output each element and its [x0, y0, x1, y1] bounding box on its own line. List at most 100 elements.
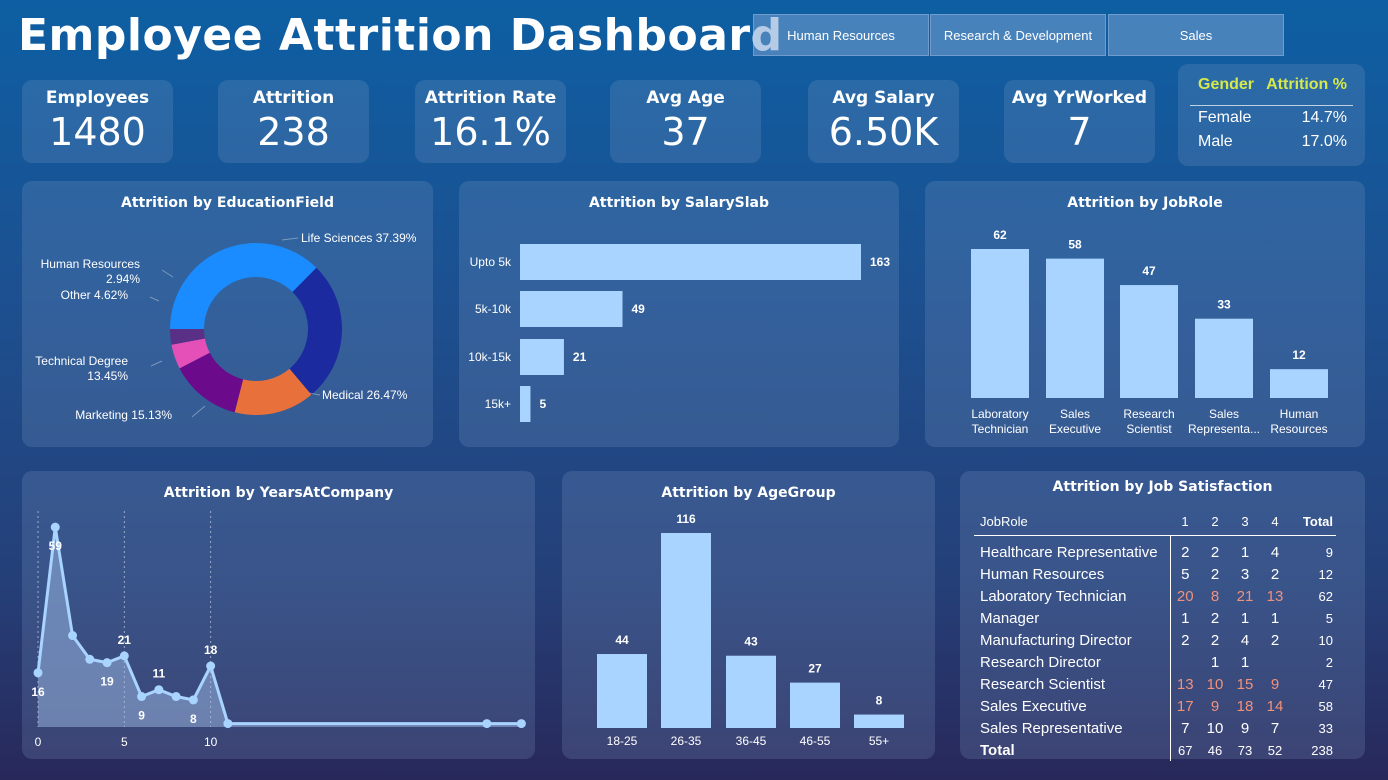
bar — [1120, 285, 1178, 398]
bar — [1046, 258, 1104, 398]
gender-attrition-card: Gender Attrition % Female 14.7% Male 17.… — [1178, 64, 1365, 166]
bar — [597, 654, 647, 728]
bar — [854, 714, 904, 728]
salary-slab-panel: Attrition by SalarySlab Upto 5k 163 5k-10k… — [459, 181, 899, 447]
years-area-chart: 0 5 10 16 59 19 21 9 11 8 18 — [31, 511, 526, 749]
point-marker — [206, 661, 216, 671]
education-donut-chart: Life Sciences 37.39% Medical 26.47% Market… — [35, 231, 416, 422]
slice-label: Technical Degree — [35, 354, 128, 368]
data-label: 47 — [1142, 264, 1156, 278]
table-header-row: JobRole 1 2 3 4 Total — [974, 509, 1336, 536]
category-label: Sales — [1209, 407, 1239, 421]
bar — [790, 682, 840, 728]
point-marker — [85, 654, 95, 664]
category-label: 55+ — [869, 734, 889, 748]
table-cell: 1 — [1240, 653, 1250, 671]
table-row: Research Scientist 13 10 15 9 47 — [974, 673, 1336, 695]
leader-line — [281, 237, 299, 241]
job-satisfaction-table: JobRole 1 2 3 4 Total Healthcare Representativ… — [974, 509, 1336, 761]
category-label: Laboratory — [971, 407, 1028, 421]
kpi-label: Employees — [45, 88, 150, 108]
table-cell: 2 — [1270, 565, 1280, 583]
table-cell: 7 — [1181, 719, 1190, 737]
table-cell: Sales Representative — [974, 717, 1171, 739]
table-cell: 4 — [1270, 543, 1280, 561]
table-cell: 5 — [1181, 565, 1190, 583]
kpi-avg-salary: Avg Salary 6.50K — [808, 80, 959, 163]
table-cell: 47 — [1318, 676, 1333, 692]
table-row: Manufacturing Director 2 2 4 2 10 — [974, 629, 1336, 651]
table-cell: 2 — [1210, 609, 1220, 627]
kpi-value: 1480 — [49, 110, 146, 154]
table-cell: 9 — [1270, 675, 1280, 693]
table-cell: 15 — [1236, 675, 1254, 693]
leader-line — [191, 405, 206, 418]
gender-table-body: Female 14.7% Male 17.0% — [1198, 109, 1347, 157]
bar — [726, 655, 776, 728]
point-marker — [482, 719, 492, 729]
table-cell: 238 — [1311, 742, 1333, 758]
table-cell: 2 — [1181, 631, 1190, 649]
data-label: 49 — [632, 302, 646, 316]
table-cell: Human Resources — [974, 563, 1171, 585]
data-label: 59 — [49, 539, 63, 553]
table-cell: 2 — [1210, 543, 1220, 561]
kpi-label: Avg Age — [646, 88, 725, 108]
table-cell — [1260, 651, 1290, 673]
table-cell: 73 — [1237, 742, 1253, 758]
point-marker — [50, 522, 60, 532]
point-marker — [68, 631, 78, 641]
table-cell: Research Director — [974, 651, 1171, 673]
gender-value: 17.0% — [1301, 133, 1347, 150]
point-marker — [223, 719, 233, 729]
table-cell: 1 — [1181, 609, 1190, 627]
data-label: 12 — [1292, 348, 1306, 362]
table-cell: Manager — [974, 607, 1171, 629]
slice-label: Marketing 15.13% — [75, 408, 172, 422]
filter-human-resources[interactable]: Human Resources — [753, 14, 929, 56]
data-label: 21 — [573, 350, 587, 364]
table-cell: 33 — [1318, 720, 1333, 736]
table-cell: Laboratory Technician — [974, 585, 1171, 607]
table-cell: 20 — [1176, 587, 1194, 605]
gender-row: Male 17.0% — [1198, 133, 1347, 157]
leader-line — [161, 269, 174, 278]
table-cell: 1 — [1240, 543, 1250, 561]
bar — [520, 291, 623, 327]
table-cell: 4 — [1240, 631, 1250, 649]
column-header: JobRole — [974, 509, 1170, 536]
salary-slab-bar-chart: Upto 5k 163 5k-10k 49 10k-15k 21 15k+ 5 — [468, 244, 890, 422]
table-cell: 2 — [1181, 543, 1190, 561]
table-row: Manager 1 2 1 1 5 — [974, 607, 1336, 629]
table-cell: 5 — [1325, 610, 1333, 626]
filter-research-development[interactable]: Research & Development — [930, 14, 1106, 56]
x-tick-label: 10 — [204, 735, 218, 749]
table-cell: 10 — [1318, 632, 1333, 648]
slice-label: 2.94% — [106, 272, 140, 286]
page-title: Employee Attrition Dashboard — [18, 10, 783, 61]
kpi-value: 7 — [1067, 110, 1092, 154]
years-at-company-panel: Attrition by YearsAtCompany 0 5 10 16 59 19 21… — [22, 471, 535, 759]
table-cell: 9 — [1210, 697, 1220, 715]
table-row: Sales Representative 7 10 9 7 33 — [974, 717, 1336, 739]
filter-sales[interactable]: Sales — [1108, 14, 1284, 56]
category-label: 15k+ — [485, 397, 511, 411]
data-label: 43 — [744, 635, 758, 649]
point-marker — [516, 719, 526, 729]
job-role-bar-chart: 62LaboratoryTechnician58SalesExecutive47… — [971, 228, 1328, 436]
table-row: Healthcare Representative 2 2 1 4 9 — [974, 535, 1336, 563]
table-cell: 2 — [1270, 631, 1280, 649]
table-cell: 62 — [1318, 588, 1333, 604]
kpi-attrition-rate: Attrition Rate 16.1% — [415, 80, 566, 163]
table-cell: Research Scientist — [974, 673, 1171, 695]
kpi-value: 238 — [257, 110, 330, 154]
x-tick-label: 5 — [121, 735, 128, 749]
gender-row: Female 14.7% — [1198, 109, 1347, 133]
table-cell: 1 — [1240, 609, 1250, 627]
table-cell: 1 — [1210, 653, 1220, 671]
table-cell: Sales Executive — [974, 695, 1171, 717]
column-header: 1 — [1170, 509, 1200, 536]
table-row: Laboratory Technician 20 8 21 13 62 — [974, 585, 1336, 607]
data-label: 11 — [152, 667, 165, 681]
table-cell: 13 — [1176, 675, 1194, 693]
